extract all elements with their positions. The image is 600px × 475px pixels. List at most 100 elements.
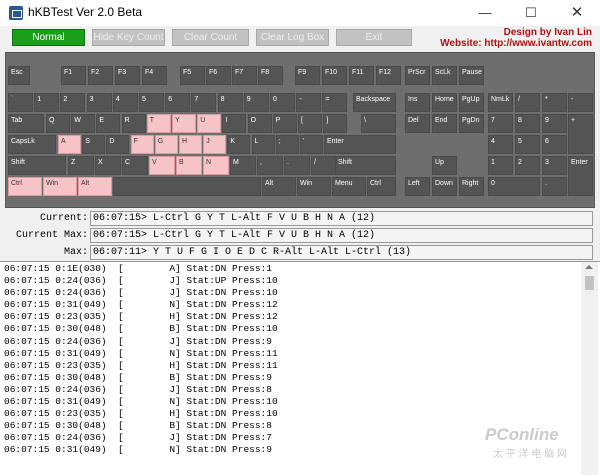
key[interactable]: T: [146, 114, 171, 133]
key[interactable]: 2: [60, 93, 86, 112]
clear-log-box-button[interactable]: Clear Log Box: [256, 29, 329, 46]
key[interactable]: Enter: [324, 135, 396, 154]
key[interactable]: -: [296, 93, 322, 112]
key[interactable]: 0: [270, 93, 295, 112]
key[interactable]: 5: [139, 93, 164, 112]
key[interactable]: F7: [232, 66, 257, 85]
key[interactable]: 9: [542, 114, 567, 133]
key[interactable]: W: [71, 114, 96, 133]
maximize-button[interactable]: ☐: [508, 0, 554, 26]
key[interactable]: Esc: [8, 66, 30, 85]
key[interactable]: 2: [515, 156, 540, 175]
key[interactable]: O: [247, 114, 272, 133]
key[interactable]: PgUp: [459, 93, 484, 112]
key[interactable]: Win: [297, 177, 331, 196]
key[interactable]: Left: [405, 177, 430, 196]
key[interactable]: Up: [432, 156, 457, 175]
key[interactable]: F10: [322, 66, 347, 85]
key[interactable]: 8: [515, 114, 540, 133]
key[interactable]: ;: [275, 135, 299, 154]
key[interactable]: ,: [257, 156, 283, 175]
key[interactable]: 9: [243, 93, 269, 112]
key[interactable]: .: [284, 156, 310, 175]
key[interactable]: V: [149, 156, 175, 175]
key[interactable]: *: [542, 93, 567, 112]
key[interactable]: PgDn: [459, 114, 484, 133]
key[interactable]: Home: [432, 93, 457, 112]
key[interactable]: H: [179, 135, 202, 154]
log-scrollbar[interactable]: [581, 262, 598, 475]
key[interactable]: F12: [376, 66, 401, 85]
key[interactable]: 3: [86, 93, 112, 112]
key[interactable]: 8: [217, 93, 243, 112]
key[interactable]: E: [96, 114, 121, 133]
key[interactable]: 1: [488, 156, 513, 175]
key[interactable]: /: [311, 156, 337, 175]
key[interactable]: End: [432, 114, 457, 133]
key[interactable]: Alt: [262, 177, 296, 196]
key[interactable]: /: [515, 93, 540, 112]
key[interactable]: F5: [180, 66, 205, 85]
key[interactable]: 6: [542, 135, 567, 154]
key[interactable]: X: [95, 156, 121, 175]
scroll-thumb[interactable]: [585, 276, 594, 290]
close-button[interactable]: ✕: [554, 0, 600, 26]
key[interactable]: \: [361, 114, 396, 133]
key[interactable]: ': [300, 135, 323, 154]
key[interactable]: D: [106, 135, 130, 154]
key[interactable]: Win: [43, 177, 77, 196]
minimize-button[interactable]: —: [462, 0, 508, 26]
key[interactable]: Shift: [8, 156, 66, 175]
key[interactable]: Ctrl: [367, 177, 396, 196]
scroll-up-arrow-icon[interactable]: [585, 265, 593, 269]
website-line[interactable]: Website: http://www.ivantw.com: [420, 38, 592, 49]
hide-key-count-button[interactable]: Hide Key Count: [92, 29, 165, 46]
key[interactable]: R: [121, 114, 146, 133]
key[interactable]: 4: [488, 135, 513, 154]
key[interactable]: [113, 177, 261, 196]
key[interactable]: Ctrl: [8, 177, 42, 196]
key[interactable]: S: [82, 135, 106, 154]
key[interactable]: F3: [115, 66, 140, 85]
key[interactable]: Enter: [568, 156, 593, 196]
key[interactable]: Alt: [78, 177, 112, 196]
title-bar[interactable]: hKBTest Ver 2.0 Beta — ☐ ✕: [0, 0, 600, 26]
key[interactable]: M: [230, 156, 256, 175]
key[interactable]: Z: [68, 156, 94, 175]
key[interactable]: [: [298, 114, 322, 133]
key[interactable]: I: [222, 114, 247, 133]
log-box[interactable]: 06:07:15 0:1E(030) [ A] Stat:DN Press:1 0…: [0, 261, 600, 475]
key[interactable]: CapsLk: [8, 135, 56, 154]
key[interactable]: NmLk: [488, 93, 513, 112]
key[interactable]: L: [251, 135, 275, 154]
key[interactable]: ]: [323, 114, 348, 133]
key[interactable]: Tab: [8, 114, 44, 133]
key[interactable]: Down: [432, 177, 457, 196]
key[interactable]: PrScr: [405, 66, 430, 85]
key[interactable]: 7: [191, 93, 217, 112]
key[interactable]: J: [203, 135, 227, 154]
key[interactable]: N: [203, 156, 229, 175]
key[interactable]: +: [568, 114, 593, 154]
key[interactable]: F9: [295, 66, 320, 85]
normal-button[interactable]: Normal: [12, 29, 85, 46]
key[interactable]: F4: [142, 66, 167, 85]
key[interactable]: Pause: [459, 66, 484, 85]
key[interactable]: A: [58, 135, 81, 154]
key[interactable]: F1: [61, 66, 86, 85]
key[interactable]: Menu: [332, 177, 366, 196]
key[interactable]: F: [130, 135, 154, 154]
key[interactable]: 5: [515, 135, 540, 154]
key[interactable]: Del: [405, 114, 430, 133]
key[interactable]: B: [176, 156, 202, 175]
key[interactable]: Right: [459, 177, 484, 196]
key[interactable]: 3: [542, 156, 567, 175]
key[interactable]: G: [154, 135, 178, 154]
exit-button[interactable]: Exit: [336, 29, 412, 46]
key[interactable]: 4: [112, 93, 138, 112]
key[interactable]: Y: [172, 114, 196, 133]
key[interactable]: C: [122, 156, 148, 175]
key[interactable]: `: [8, 93, 33, 112]
key[interactable]: F11: [349, 66, 374, 85]
key[interactable]: U: [197, 114, 222, 133]
